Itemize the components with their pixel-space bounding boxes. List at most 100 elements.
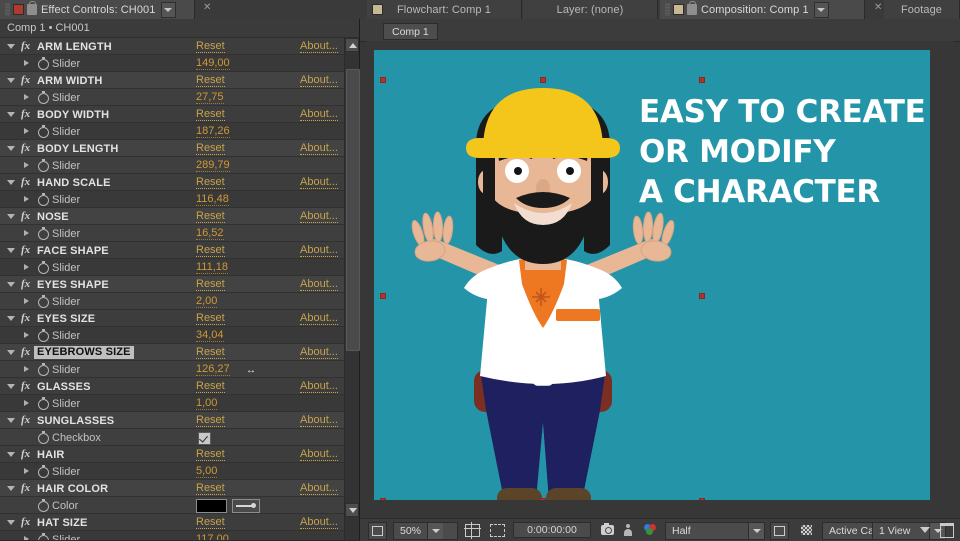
scroll-up-arrow-icon[interactable] (345, 38, 359, 52)
param-value[interactable]: 5,00 (196, 466, 218, 478)
effect-param-row[interactable]: 117,00 Slider (0, 531, 345, 540)
always-preview-icon[interactable] (368, 522, 387, 540)
effect-reset-link[interactable]: Reset (196, 143, 225, 155)
param-disclosure-icon[interactable] (24, 128, 29, 134)
param-disclosure-icon[interactable] (24, 536, 29, 540)
param-value[interactable]: 289,79 (196, 160, 230, 172)
effect-header-row[interactable]: fx SUNGLASSES Reset About... (0, 412, 345, 429)
effect-about-link[interactable]: About... (300, 75, 338, 87)
stopwatch-icon[interactable] (38, 397, 49, 410)
panel-grip-icon[interactable] (5, 3, 10, 16)
resolution-chevron-icon[interactable] (748, 523, 764, 539)
effect-about-link[interactable]: About... (300, 313, 338, 325)
selection-handle-tr[interactable] (699, 77, 705, 83)
effect-header-row[interactable]: fx HAIR Reset About... (0, 446, 345, 463)
effect-header-row[interactable]: fx BODY LENGTH Reset About... (0, 140, 345, 157)
effect-about-link[interactable]: About... (300, 41, 338, 53)
effect-header-row[interactable]: fx HAIR COLOR Reset About... (0, 480, 345, 497)
stopwatch-icon[interactable] (38, 125, 49, 138)
stopwatch-icon[interactable] (38, 363, 49, 376)
composition-viewport[interactable]: EASY TO CREATE OR MODIFY A CHARACTER (366, 41, 954, 518)
close-icon-2[interactable]: ✕ (874, 2, 882, 13)
effect-header-row[interactable]: fx FACE SHAPE Reset About... (0, 242, 345, 259)
disclosure-triangle-icon[interactable] (7, 486, 15, 491)
param-disclosure-icon[interactable] (24, 230, 29, 236)
effect-about-link[interactable]: About... (300, 211, 338, 223)
param-value[interactable]: 34,04 (196, 330, 224, 342)
stopwatch-icon[interactable] (38, 533, 49, 540)
effect-reset-link[interactable]: Reset (196, 211, 225, 223)
selection-handle-bc[interactable] (540, 498, 546, 500)
views-dropdown[interactable]: 1 View (872, 522, 946, 540)
effect-reset-link[interactable]: Reset (196, 381, 225, 393)
effect-header-row[interactable]: fx GLASSES Reset About... (0, 378, 345, 395)
disclosure-triangle-icon[interactable] (7, 282, 15, 287)
stopwatch-icon[interactable] (38, 193, 49, 206)
effect-param-row[interactable]: Checkbox (0, 429, 345, 446)
effect-header-row[interactable]: fx EYES SIZE Reset About... (0, 310, 345, 327)
effect-reset-link[interactable]: Reset (196, 75, 225, 87)
effect-param-row[interactable]: 111,18 Slider (0, 259, 345, 276)
disclosure-triangle-icon[interactable] (7, 384, 15, 389)
param-value[interactable]: 111,18 (196, 262, 229, 274)
effect-param-row[interactable]: 16,52 Slider (0, 225, 345, 242)
effect-about-link[interactable]: About... (300, 483, 338, 495)
effect-name[interactable]: HAIR COLOR (37, 483, 108, 495)
chevron-down-icon-2[interactable] (813, 1, 829, 18)
effect-about-link[interactable]: About... (300, 177, 338, 189)
composition-canvas[interactable]: EASY TO CREATE OR MODIFY A CHARACTER (374, 50, 930, 500)
disclosure-triangle-icon[interactable] (7, 78, 15, 83)
param-disclosure-icon[interactable] (24, 332, 29, 338)
disclosure-triangle-icon[interactable] (7, 180, 15, 185)
param-disclosure-icon[interactable] (24, 468, 29, 474)
param-value[interactable]: 27,75 (196, 92, 224, 104)
selection-handle-br[interactable] (699, 498, 705, 500)
timeline-icon[interactable] (916, 522, 934, 538)
eyedropper-icon[interactable] (232, 499, 260, 513)
stopwatch-icon[interactable] (38, 91, 49, 104)
disclosure-triangle-icon[interactable] (7, 350, 15, 355)
tab-effect-controls[interactable]: Effect Controls: CH001 (0, 0, 195, 19)
disclosure-triangle-icon[interactable] (7, 316, 15, 321)
resolution-dropdown[interactable]: Half (665, 522, 765, 540)
effect-header-row[interactable]: fx BODY WIDTH Reset About... (0, 106, 345, 123)
stopwatch-icon[interactable] (38, 329, 49, 342)
effect-name[interactable]: HAND SCALE (37, 177, 111, 189)
param-disclosure-icon[interactable] (24, 196, 29, 202)
close-icon[interactable]: ✕ (203, 2, 211, 13)
param-disclosure-icon[interactable] (24, 366, 29, 372)
disclosure-triangle-icon[interactable] (7, 44, 15, 49)
selection-handle-bl[interactable] (380, 498, 386, 500)
stopwatch-icon[interactable] (38, 431, 49, 444)
disclosure-triangle-icon[interactable] (7, 214, 15, 219)
effect-reset-link[interactable]: Reset (196, 245, 225, 257)
effect-about-link[interactable]: About... (300, 415, 338, 427)
effect-name[interactable]: EYEBROWS SIZE (34, 346, 134, 359)
effect-reset-link[interactable]: Reset (196, 347, 225, 359)
tab-layer[interactable]: Layer: (none) (523, 0, 658, 19)
disclosure-triangle-icon[interactable] (7, 248, 15, 253)
param-value[interactable]: 149,00 (196, 58, 230, 70)
param-disclosure-icon[interactable] (24, 298, 29, 304)
effect-param-row[interactable]: 187,26 Slider (0, 123, 345, 140)
param-disclosure-icon[interactable] (24, 264, 29, 270)
effect-about-link[interactable]: About... (300, 347, 338, 359)
param-checkbox[interactable] (198, 432, 211, 445)
effect-about-link[interactable]: About... (300, 381, 338, 393)
effect-param-row[interactable]: 116,48 Slider (0, 191, 345, 208)
effect-name[interactable]: BODY LENGTH (37, 143, 119, 155)
effect-param-row[interactable]: 1,00 Slider (0, 395, 345, 412)
effect-param-row[interactable]: 27,75 Slider (0, 89, 345, 106)
effect-header-row[interactable]: fx ARM WIDTH Reset About... (0, 72, 345, 89)
effect-param-row[interactable]: 34,04 Slider (0, 327, 345, 344)
region-of-interest-icon[interactable] (463, 521, 481, 539)
effect-reset-link[interactable]: Reset (196, 415, 225, 427)
param-disclosure-icon[interactable] (24, 162, 29, 168)
effect-name[interactable]: ARM WIDTH (37, 75, 103, 87)
effect-param-row[interactable]: 2,00 Slider (0, 293, 345, 310)
stopwatch-icon[interactable] (38, 57, 49, 70)
param-value[interactable]: 2,00 (196, 296, 218, 308)
lock-icon[interactable] (27, 1, 37, 15)
effect-header-row[interactable]: fx EYEBROWS SIZE Reset About... (0, 344, 345, 361)
effect-header-row[interactable]: fx HAND SCALE Reset About... (0, 174, 345, 191)
